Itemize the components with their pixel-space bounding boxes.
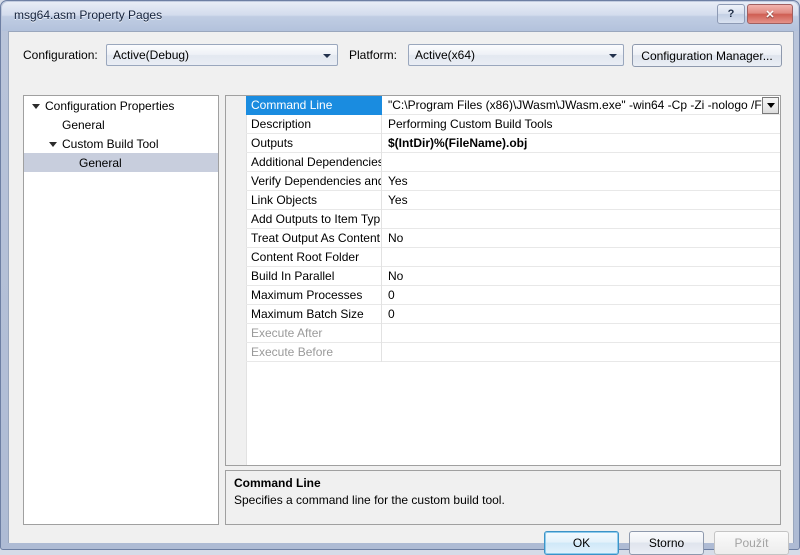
chevron-down-icon — [609, 54, 617, 58]
property-value[interactable]: $(IntDir)%(FileName).obj — [383, 134, 780, 153]
grid-gutter — [226, 96, 247, 465]
configuration-label: Configuration: — [23, 48, 98, 62]
property-value[interactable]: Yes — [383, 172, 780, 191]
property-name: Maximum Processes — [246, 286, 382, 305]
property-name: Execute Before — [246, 343, 382, 362]
tree-node[interactable]: Custom Build Tool — [24, 134, 218, 153]
property-value[interactable] — [383, 153, 780, 172]
property-row[interactable]: Command Line "C:\Program Files (x86)\JWas… — [246, 96, 780, 115]
property-tree[interactable]: Configuration Properties General Custom Bu… — [23, 95, 219, 525]
triangle-down-icon[interactable] — [32, 104, 40, 109]
property-row[interactable]: Maximum Batch Size 0 — [246, 305, 780, 324]
property-name: Verify Dependencies and — [246, 172, 382, 191]
property-name: Description — [246, 115, 382, 134]
cancel-button[interactable]: Storno — [629, 531, 704, 555]
property-grid[interactable]: Command Line "C:\Program Files (x86)\JWas… — [225, 95, 781, 466]
tree-node-label: Configuration Properties — [45, 98, 175, 113]
dialog-client-area: Configuration: Active(Debug) Platform: A… — [8, 31, 795, 555]
chevron-down-icon — [766, 103, 775, 108]
property-name: Maximum Batch Size — [246, 305, 382, 324]
chevron-down-icon — [323, 54, 331, 58]
property-value[interactable]: "C:\Program Files (x86)\JWasm\JWasm.exe"… — [383, 96, 780, 115]
property-value[interactable]: Yes — [383, 191, 780, 210]
property-row[interactable]: Additional Dependencies — [246, 153, 780, 172]
property-value[interactable] — [383, 248, 780, 267]
tree-node-label: General — [62, 117, 105, 132]
description-text: Specifies a command line for the custom … — [234, 493, 505, 507]
platform-value: Active(x64) — [415, 48, 476, 62]
property-name: Treat Output As Content — [246, 229, 382, 248]
apply-button[interactable]: Použít — [714, 531, 789, 555]
property-row[interactable]: Outputs $(IntDir)%(FileName).obj — [246, 134, 780, 153]
property-name: Build In Parallel — [246, 267, 382, 286]
tree-node[interactable]: General — [24, 115, 218, 134]
platform-label: Platform: — [349, 48, 398, 62]
help-icon[interactable]: ? — [717, 4, 745, 24]
property-pages-dialog: msg64.asm Property Pages ? ✕ Configurati… — [0, 0, 800, 555]
window-title: msg64.asm Property Pages — [14, 8, 163, 22]
property-row[interactable]: Content Root Folder — [246, 248, 780, 267]
configuration-select[interactable]: Active(Debug) — [106, 44, 338, 66]
property-value[interactable]: No — [383, 229, 780, 248]
description-title: Command Line — [234, 476, 321, 490]
configuration-manager-button[interactable]: Configuration Manager... — [632, 44, 782, 67]
property-row[interactable]: Execute Before — [246, 343, 780, 362]
property-value[interactable]: 0 — [383, 286, 780, 305]
property-row[interactable]: Treat Output As Content No — [246, 229, 780, 248]
triangle-down-icon[interactable] — [49, 142, 57, 147]
property-name: Outputs — [246, 134, 382, 153]
tree-node-label: Custom Build Tool — [62, 136, 159, 151]
property-row[interactable]: Execute After — [246, 324, 780, 343]
property-value[interactable] — [383, 324, 780, 343]
property-name: Command Line — [246, 96, 382, 115]
property-value[interactable] — [383, 343, 780, 362]
property-value[interactable]: 0 — [383, 305, 780, 324]
property-row[interactable]: Maximum Processes 0 — [246, 286, 780, 305]
title-bar[interactable]: msg64.asm Property Pages ? ✕ — [2, 2, 798, 31]
property-name: Additional Dependencies — [246, 153, 382, 172]
close-icon[interactable]: ✕ — [747, 4, 793, 24]
tree-node[interactable]: Configuration Properties — [24, 96, 218, 115]
description-panel: Command Line Specifies a command line fo… — [225, 470, 781, 525]
property-row[interactable]: Description Performing Custom Build Tools — [246, 115, 780, 134]
property-value[interactable] — [383, 210, 780, 229]
property-name: Link Objects — [246, 191, 382, 210]
property-row[interactable]: Build In Parallel No — [246, 267, 780, 286]
configuration-value: Active(Debug) — [113, 48, 190, 62]
property-name: Content Root Folder — [246, 248, 382, 267]
property-row[interactable]: Add Outputs to Item Typ — [246, 210, 780, 229]
title-bar-buttons: ? ✕ — [717, 4, 793, 24]
property-row[interactable]: Link Objects Yes — [246, 191, 780, 210]
value-dropdown-button[interactable] — [762, 97, 779, 114]
property-name: Execute After — [246, 324, 382, 343]
configuration-toolbar: Configuration: Active(Debug) Platform: A… — [9, 42, 795, 72]
property-value[interactable]: No — [383, 267, 780, 286]
tree-node-label: General — [79, 155, 122, 170]
property-row[interactable]: Verify Dependencies and Yes — [246, 172, 780, 191]
property-value[interactable]: Performing Custom Build Tools — [383, 115, 780, 134]
ok-button[interactable]: OK — [544, 531, 619, 555]
tree-node[interactable]: General — [24, 153, 218, 172]
property-name: Add Outputs to Item Typ — [246, 210, 382, 229]
platform-select[interactable]: Active(x64) — [408, 44, 624, 66]
